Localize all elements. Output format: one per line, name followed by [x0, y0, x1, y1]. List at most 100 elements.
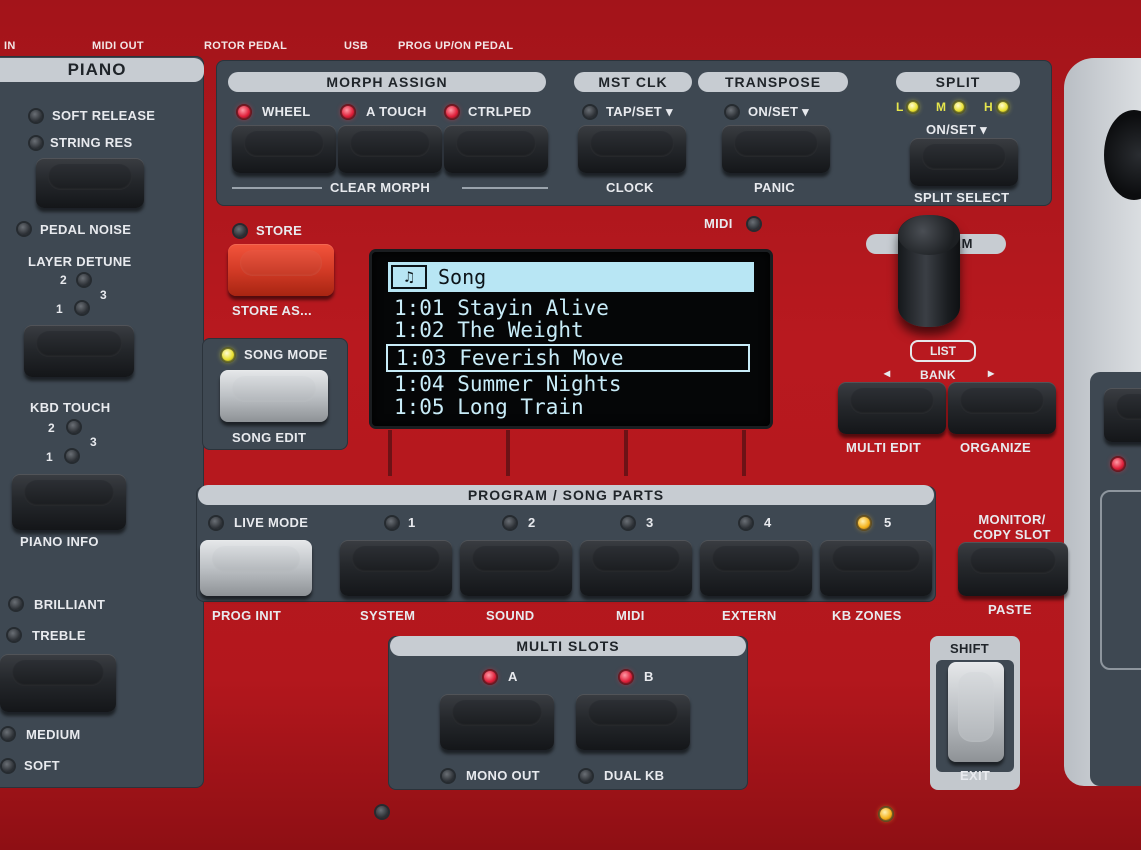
top-label-midi-out: MIDI OUT — [92, 40, 144, 52]
eq-button[interactable] — [0, 654, 116, 712]
slot-5-button[interactable] — [820, 540, 932, 596]
split-select-button[interactable] — [910, 138, 1018, 186]
prog-init-label: PROG INIT — [212, 608, 282, 623]
song-row-4[interactable]: 1:04 Summer Nights — [394, 372, 622, 396]
split-h-label: H — [984, 100, 993, 114]
song-mode-label: SONG MODE — [244, 347, 328, 362]
slot-2-led — [504, 517, 516, 529]
pedal-noise-led — [18, 223, 30, 235]
kbd-touch-button[interactable] — [12, 474, 126, 530]
top-label-rotor-pedal: ROTOR PEDAL — [204, 40, 288, 52]
program-dial[interactable] — [898, 215, 960, 327]
kbd-touch-label: KBD TOUCH — [30, 400, 111, 415]
slot-1-button[interactable] — [340, 540, 452, 596]
midi-led-label: MIDI — [704, 216, 733, 231]
top-label-prog-pedal: PROG UP/ON PEDAL — [398, 40, 514, 52]
tap-set-button[interactable] — [578, 125, 686, 173]
layer-detune-label: LAYER DETUNE — [28, 254, 132, 269]
song-mode-button[interactable] — [220, 370, 328, 422]
ctrlped-led — [446, 106, 458, 118]
top-label-in: IN — [4, 40, 16, 52]
slot-3-label: MIDI — [616, 608, 645, 623]
right-edge-button[interactable] — [1104, 388, 1141, 442]
morph-assign-title: MORPH ASSIGN — [228, 72, 546, 92]
mst-clk-title: MST CLK — [574, 72, 692, 92]
tap-set-led — [584, 106, 596, 118]
slot-a-button[interactable] — [440, 694, 554, 750]
wheel-label: WHEEL — [262, 104, 311, 119]
pedal-noise-label: PEDAL NOISE — [40, 222, 132, 237]
piano-type-button[interactable] — [36, 158, 144, 208]
store-led — [234, 225, 246, 237]
slot-5-num: 5 — [884, 515, 892, 530]
a-touch-label: A TOUCH — [366, 104, 427, 119]
a-touch-led — [342, 106, 354, 118]
split-m-led — [954, 102, 964, 112]
a-touch-button[interactable] — [338, 125, 442, 173]
medium-led — [2, 728, 14, 740]
layer-detune-num-3: 3 — [100, 288, 107, 302]
song-note-icon: ♫ — [391, 265, 427, 289]
midi-led — [748, 218, 760, 230]
kbd-touch-num-1: 1 — [46, 450, 53, 464]
soft-label: SOFT — [24, 758, 60, 773]
piano-info-label: PIANO INFO — [20, 534, 99, 549]
song-row-5[interactable]: 1:05 Long Train — [394, 395, 584, 419]
display-title-bar: ♫ Song — [388, 262, 754, 292]
split-l-label: L — [896, 100, 904, 114]
transpose-led — [726, 106, 738, 118]
split-onset-label: ON/SET ▾ — [926, 122, 987, 137]
monitor-copy-slot-button[interactable] — [958, 542, 1068, 596]
dual-kb-led — [580, 770, 592, 782]
bank-label: BANK — [920, 368, 956, 382]
kbd-touch-num-3: 3 — [90, 435, 97, 449]
slot-5-led — [858, 517, 870, 529]
multi-edit-label: MULTI EDIT — [846, 440, 921, 455]
split-m-label: M — [936, 100, 947, 114]
paste-label: PASTE — [988, 602, 1032, 617]
slot-b-button[interactable] — [576, 694, 690, 750]
slot-2-label: SOUND — [486, 608, 535, 623]
split-select-label: SPLIT SELECT — [914, 190, 1010, 205]
slot-4-led — [740, 517, 752, 529]
song-row-2[interactable]: 1:02 The Weight — [394, 318, 584, 342]
slot-3-button[interactable] — [580, 540, 692, 596]
exit-label: EXIT — [960, 768, 991, 783]
clear-morph-divider-left — [232, 187, 322, 189]
split-h-led — [998, 102, 1008, 112]
soft-release-label: SOFT RELEASE — [52, 108, 156, 123]
slot-a-led — [484, 671, 496, 683]
split-l-led — [908, 102, 918, 112]
string-res-led — [30, 137, 42, 149]
slot-3-led — [622, 517, 634, 529]
display-title: Song — [438, 265, 487, 289]
slot-4-num: 4 — [764, 515, 772, 530]
store-as-label: STORE AS... — [232, 303, 312, 318]
song-row-3-selected[interactable]: 1:03 Feverish Move — [386, 344, 750, 372]
shift-button[interactable] — [948, 662, 1004, 762]
slot-a-label: A — [508, 669, 518, 684]
slot-5-label: KB ZONES — [832, 608, 902, 623]
lcd-display: ♫ Song 1:01 Stayin Alive 1:02 The Weight… — [372, 252, 770, 426]
live-mode-label: LIVE MODE — [234, 515, 309, 530]
right-edge-meter — [1100, 490, 1141, 670]
wheel-button[interactable] — [232, 125, 336, 173]
bank-right-button[interactable] — [948, 382, 1056, 434]
store-button[interactable] — [228, 244, 334, 296]
live-mode-button[interactable] — [200, 540, 312, 596]
ctrlped-button[interactable] — [444, 125, 548, 173]
multi-slots-title: MULTI SLOTS — [390, 636, 746, 656]
soft-led — [2, 760, 14, 772]
slot-4-button[interactable] — [700, 540, 812, 596]
slot-2-button[interactable] — [460, 540, 572, 596]
live-mode-led — [210, 517, 222, 529]
split-title: SPLIT — [896, 72, 1020, 92]
slot-1-num: 1 — [408, 515, 416, 530]
bank-left-arrow: ◂ — [884, 366, 891, 380]
bank-left-button[interactable] — [838, 382, 946, 434]
layer-detune-button[interactable] — [24, 325, 134, 377]
brilliant-led — [10, 598, 22, 610]
display-tick-2 — [506, 430, 510, 476]
song-row-1[interactable]: 1:01 Stayin Alive — [394, 296, 609, 320]
transpose-button[interactable] — [722, 125, 830, 173]
